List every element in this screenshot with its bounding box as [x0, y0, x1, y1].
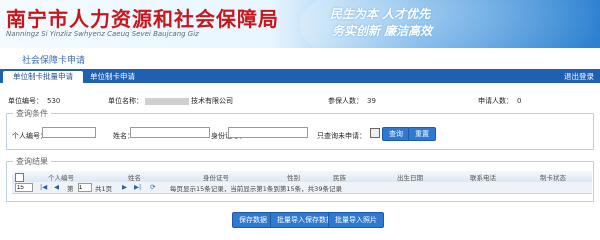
slogan-line1: 民生为本 人才优先	[330, 7, 431, 21]
save-data-button[interactable]: 保存数据	[232, 212, 274, 228]
unit-no-label: 单位编号：	[8, 97, 43, 105]
unit-name-label: 单位名称：	[108, 97, 143, 105]
select-all-checkbox[interactable]	[15, 173, 24, 182]
id-no-input[interactable]	[228, 127, 308, 138]
redacted-block	[145, 97, 189, 105]
query-legend: 查询条件	[16, 109, 48, 118]
insured-count-label: 参保人数：	[328, 97, 363, 105]
col-name: 姓名	[128, 174, 141, 182]
page-size-select[interactable]	[15, 183, 33, 192]
insured-count: 参保人数： 39	[328, 96, 376, 106]
next-page-icon[interactable]: ▶	[122, 183, 127, 191]
tab-single-apply[interactable]: 单位制卡申请	[80, 71, 145, 83]
page-label: 第	[67, 185, 74, 193]
applied-count-label: 申请人数：	[478, 97, 513, 105]
name-input[interactable]	[130, 127, 210, 138]
first-page-icon[interactable]: |◀	[40, 183, 47, 191]
total-pages: 共1页	[95, 185, 113, 193]
last-page-icon[interactable]: ▶|	[134, 183, 141, 191]
logout-link[interactable]: 退出登录	[564, 71, 594, 83]
col-gender: 性别	[287, 174, 300, 182]
applied-count-value: 0	[517, 97, 522, 105]
col-phone: 联系电话	[470, 174, 496, 182]
only-unapplied-checkbox[interactable]	[370, 128, 380, 138]
unit-no: 单位编号： 530	[8, 96, 60, 106]
tab-batch-apply[interactable]: 单位制卡批量申请	[3, 71, 83, 83]
org-subtitle: Nanningz Si Yinzliz Swhyenz Caeuq Sevei …	[6, 30, 199, 38]
person-no-input[interactable]	[42, 127, 96, 138]
reset-button[interactable]: 重置	[408, 127, 436, 141]
unit-name-value: 技术有限公司	[191, 97, 233, 105]
pager-status: 每页显示15条记录，当前显示第1条到第15条，共39条记录	[170, 185, 342, 193]
col-card-status: 制卡状态	[540, 174, 566, 182]
batch-import-photo-button[interactable]: 批量导入照片	[328, 212, 384, 228]
query-button[interactable]: 查询	[382, 127, 410, 141]
page-number-input[interactable]	[78, 183, 92, 192]
slogan-line2: 务实创新 廉洁高效	[332, 24, 433, 38]
insured-count-value: 39	[367, 97, 376, 105]
col-person-no: 个人编号	[48, 174, 74, 182]
col-id-no: 身份证号	[203, 174, 229, 182]
refresh-icon[interactable]: ⟳	[150, 183, 155, 191]
only-unapplied-label: 只查询未申请：	[317, 132, 366, 140]
unit-no-value: 530	[47, 97, 61, 105]
unit-name: 单位名称： 技术有限公司	[108, 96, 233, 106]
page-title: 社会保障卡申请	[22, 56, 86, 66]
col-birth-date: 出生日期	[397, 174, 423, 182]
prev-page-icon[interactable]: ◀	[54, 183, 59, 191]
col-ethnicity: 民族	[333, 174, 346, 182]
header-banner: 南宁市人力资源和社会保障局 Nanningz Si Yinzliz Swhyen…	[0, 0, 600, 48]
results-legend: 查询结果	[16, 157, 48, 166]
org-title: 南宁市人力资源和社会保障局	[6, 7, 279, 31]
applied-count: 申请人数： 0	[478, 96, 521, 106]
